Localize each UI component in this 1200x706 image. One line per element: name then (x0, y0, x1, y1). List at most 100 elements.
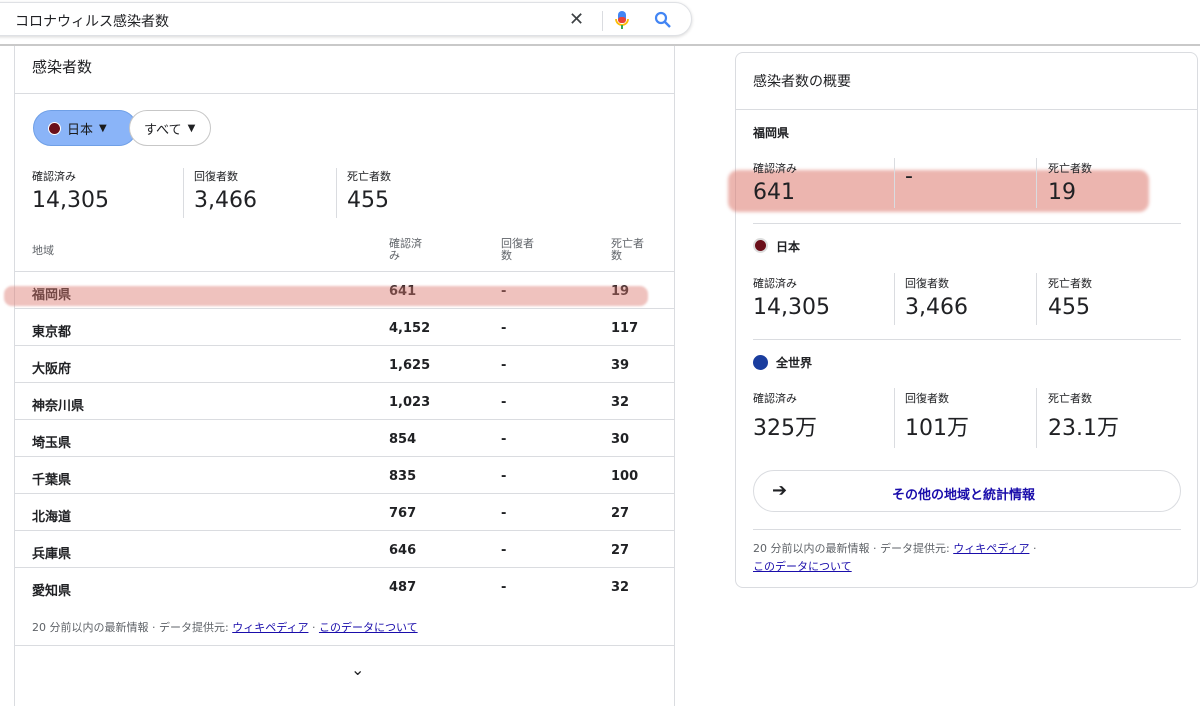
stat-divider (1036, 158, 1037, 208)
data-footer: 20 分前以内の最新情報 · データ提供元: ウィキペディア · (753, 540, 1036, 556)
region-name: 兵庫県 (32, 547, 72, 562)
region-world: 全世界 (753, 354, 812, 371)
deaths-value: 27 (611, 506, 630, 521)
summary-card: 感染者数の概要 福岡県 確認済み 641 - 死亡者数 19 日本 確認済み 1… (728, 52, 1198, 588)
region-table: 福岡県 641-19 東京都 4,152-117 大阪府 1,625-39 神奈川県 1,02… (15, 272, 675, 605)
stat-label: 死亡者数 (1048, 162, 1092, 175)
scope-filter-chip[interactable]: すべて ▼ (129, 110, 211, 146)
divider (753, 223, 1181, 224)
stat-value: 3,466 (905, 295, 968, 320)
deaths-value: 27 (611, 543, 630, 558)
about-data-link[interactable]: このデータについて (753, 560, 852, 573)
stat-confirmed: 確認済み 325万 (753, 390, 817, 442)
country-filter-chip[interactable]: 日本 ▼ (33, 110, 137, 146)
stat-deaths: 死亡者数 455 (347, 168, 391, 213)
data-footer: 20 分前以内の最新情報 · データ提供元: ウィキペディア · このデータにつ… (32, 619, 418, 635)
highlight-mark (4, 286, 648, 306)
table-row[interactable]: 埼玉県 854 - 30 (15, 420, 675, 457)
stat-confirmed: 確認済み 641 (753, 160, 797, 205)
col-header-confirmed[interactable]: 確認済み (389, 238, 429, 262)
col-header-recovered[interactable]: 回復者数 (501, 238, 537, 262)
stat-divider (1036, 273, 1037, 325)
col-header-deaths[interactable]: 死亡者数 (611, 238, 647, 262)
stat-value: 14,305 (32, 188, 109, 213)
recovered-value: - (501, 432, 507, 447)
stat-value: 101万 (905, 416, 969, 441)
stat-value: - (905, 164, 913, 189)
region-name: 千葉県 (32, 473, 72, 488)
col-header-region: 地域 (32, 244, 54, 257)
recovered-value: - (501, 543, 507, 558)
stat-label: 回復者数 (194, 170, 238, 183)
region-fukuoka: 福岡県 (753, 126, 790, 140)
region-name: 神奈川県 (32, 399, 85, 414)
provider-link[interactable]: ウィキペディア (953, 542, 1029, 555)
table-row[interactable]: 千葉県 835 - 100 (15, 457, 675, 494)
button-label: その他の地域と統計情報 (892, 488, 1036, 503)
chevron-down-icon[interactable]: ⌄ (351, 660, 364, 679)
stat-divider (336, 168, 337, 218)
table-row[interactable]: 愛知県 487 - 32 (15, 568, 675, 605)
confirmed-value: 1,625 (389, 358, 431, 373)
stat-label: 確認済み (753, 277, 797, 290)
mic-icon[interactable] (614, 10, 630, 30)
table-row[interactable]: 兵庫県 646 - 27 (15, 531, 675, 568)
recovered-value: - (501, 469, 507, 484)
deaths-value: 32 (611, 580, 630, 595)
table-row[interactable]: 東京都 4,152 - 117 (15, 309, 675, 346)
stat-recovered: - (905, 160, 913, 189)
more-regions-button[interactable]: ➔ その他の地域と統計情報 (753, 470, 1181, 512)
confirmed-value: 1,023 (389, 395, 431, 410)
recovered-value: - (501, 580, 507, 595)
stat-divider (183, 168, 184, 218)
divider (15, 645, 675, 646)
region-label: 全世界 (776, 356, 813, 370)
search-bar[interactable]: コロナウィルス感染者数 ✕ (0, 2, 692, 36)
stat-recovered: 回復者数 3,466 (905, 275, 968, 320)
stat-value: 455 (347, 188, 389, 213)
table-row[interactable]: 大阪府 1,625 - 39 (15, 346, 675, 383)
close-icon[interactable]: ✕ (569, 9, 584, 30)
recovered-value: - (501, 506, 507, 521)
chip-label: 日本 (67, 122, 94, 138)
region-name: 北海道 (32, 510, 72, 525)
stat-value: 455 (1048, 295, 1090, 320)
deaths-value: 39 (611, 358, 630, 373)
about-row: このデータについて (753, 558, 852, 574)
stat-label: 確認済み (753, 392, 797, 405)
stat-label: 死亡者数 (347, 170, 391, 183)
table-row[interactable]: 北海道 767 - 27 (15, 494, 675, 531)
card-title: 感染者数 (32, 58, 93, 76)
search-icon[interactable] (654, 11, 672, 29)
stat-value: 3,466 (194, 188, 257, 213)
deaths-value: 32 (611, 395, 630, 410)
about-data-link[interactable]: このデータについて (319, 621, 418, 634)
provider-prefix: データ提供元: (880, 542, 950, 555)
deaths-value: 30 (611, 432, 630, 447)
japan-flag-icon (753, 238, 768, 253)
stat-recovered: 回復者数 3,466 (194, 168, 257, 213)
update-note: 20 分前以内の最新情報 (32, 621, 149, 634)
stat-divider (894, 158, 895, 208)
stat-value: 14,305 (753, 295, 830, 320)
recovered-value: - (501, 395, 507, 410)
confirmed-value: 854 (389, 432, 417, 447)
divider (753, 339, 1181, 340)
region-japan: 日本 (753, 238, 800, 255)
arrow-right-icon: ➔ (772, 480, 788, 501)
confirmed-value: 646 (389, 543, 417, 558)
stat-deaths: 死亡者数 455 (1048, 275, 1092, 320)
region-name: 東京都 (32, 325, 72, 340)
search-input[interactable]: コロナウィルス感染者数 (15, 11, 169, 31)
table-row[interactable]: 神奈川県 1,023 - 32 (15, 383, 675, 420)
card-title: 感染者数の概要 (753, 74, 851, 90)
caret-down-icon: ▼ (187, 122, 196, 134)
divider (15, 93, 675, 94)
recovered-value: - (501, 358, 507, 373)
chip-label: すべて (144, 122, 182, 138)
provider-link[interactable]: ウィキペディア (232, 621, 308, 634)
confirmed-value: 767 (389, 506, 417, 521)
separator-dot: · (1032, 542, 1037, 555)
cases-card: 感染者数 日本 ▼ すべて ▼ 確認済み 14,305 回復者数 3,466 死… (14, 46, 675, 706)
separator-dot: · (873, 542, 877, 555)
